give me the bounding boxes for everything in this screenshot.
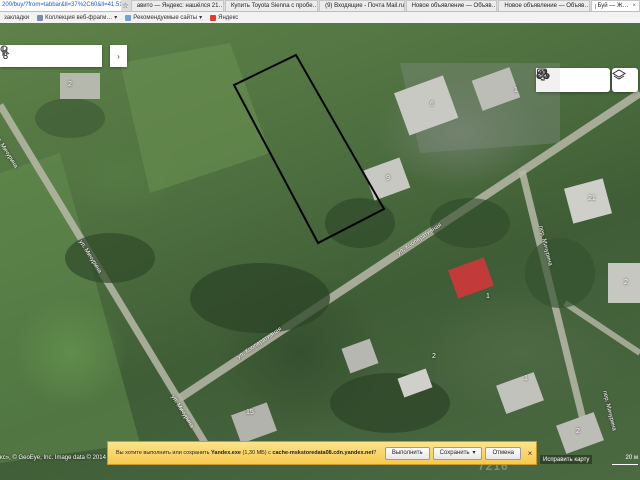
house-number: 1 bbox=[524, 375, 528, 382]
house-number: 15 bbox=[246, 409, 254, 416]
building bbox=[496, 372, 544, 414]
building bbox=[556, 412, 604, 454]
house-number: 2 bbox=[624, 279, 628, 286]
browser-tab-2[interactable]: Купить Toyota Sienna с пробе… bbox=[224, 0, 319, 11]
tree-cluster bbox=[430, 198, 510, 248]
route-icon[interactable] bbox=[2, 45, 102, 67]
tree-cluster bbox=[325, 198, 395, 248]
edit-map-link[interactable]: Исправить карту bbox=[543, 457, 589, 463]
tree-cluster bbox=[35, 98, 105, 138]
collapse-panel-button[interactable]: › bbox=[110, 45, 127, 67]
map-scale: 20 м bbox=[612, 455, 638, 465]
map-search-box[interactable]: 8 bbox=[0, 45, 102, 67]
layers-button[interactable] bbox=[612, 68, 638, 92]
building bbox=[60, 73, 100, 99]
download-file-name: Yandex.exe bbox=[211, 450, 241, 456]
tree-cluster bbox=[525, 238, 595, 308]
download-text: (1,30 МБ) с bbox=[240, 450, 273, 456]
bookmark-label: Коллекция веб-фрагм… bbox=[45, 14, 113, 21]
map-copyright: кс», © GeoEye, Inc. Image data © 2014 bbox=[0, 455, 106, 461]
download-notification-bar: Вы хотите выполнить или сохранить Yandex… bbox=[107, 441, 537, 465]
dropdown-arrow-icon: ▾ bbox=[114, 15, 118, 21]
field-patch bbox=[0, 153, 140, 463]
dropdown-arrow-icon: ▾ bbox=[199, 15, 203, 21]
address-bar[interactable]: 200/buy/?from=tabbar&ll=37%2C60&ll=41.51… bbox=[0, 0, 121, 11]
browser-tab-6-active[interactable]: Буй — Ж… × bbox=[591, 0, 640, 11]
save-button[interactable]: Сохранить ▾ bbox=[432, 446, 483, 460]
download-message: Вы хотите выполнить или сохранить Yandex… bbox=[108, 450, 385, 456]
house-number: 2 bbox=[432, 353, 436, 360]
tab-label: Купить Toyota Sienna с пробе… bbox=[230, 3, 319, 9]
tab-label: Новое объявление — Объяв… bbox=[411, 3, 498, 9]
field-patch bbox=[120, 43, 270, 193]
chevron-right-icon: › bbox=[117, 51, 120, 61]
tab-label: авито — Яндекс: нашёлся 21… bbox=[136, 3, 224, 9]
house-number: 2 bbox=[68, 81, 72, 88]
house-number: 1 bbox=[514, 87, 518, 94]
house-number: 9 bbox=[386, 175, 390, 182]
run-button[interactable]: Выполнить bbox=[384, 446, 430, 460]
cancel-label: Отмена bbox=[492, 449, 514, 456]
bookmark-web-slices[interactable]: Коллекция веб-фрагм… ▾ bbox=[33, 14, 121, 21]
favorites-star-icon[interactable]: ☆ bbox=[121, 1, 130, 10]
browser-tab-5[interactable]: Новое объявление — Объяв… bbox=[498, 0, 591, 11]
bookmark-label: Рекомендуемые сайты bbox=[133, 14, 198, 21]
tree-cluster bbox=[190, 263, 330, 333]
browser-tab-bar: 200/buy/?from=tabbar&ll=37%2C60&ll=41.51… bbox=[0, 0, 640, 12]
yandex-favicon-icon bbox=[210, 14, 217, 21]
tree-cluster bbox=[330, 373, 450, 433]
bookmark-label: закладки bbox=[4, 14, 30, 21]
browser-tab-3[interactable]: (9) Входящие - Почта Mail.ru bbox=[319, 0, 405, 11]
search-icon[interactable] bbox=[0, 45, 84, 67]
web-slice-icon bbox=[37, 14, 44, 21]
close-notification-icon[interactable]: × bbox=[524, 449, 536, 458]
save-label: Сохранить bbox=[439, 449, 470, 456]
building bbox=[341, 338, 379, 374]
bus-icon bbox=[537, 68, 547, 79]
house-number: 2 bbox=[576, 428, 580, 435]
suggested-sites-icon bbox=[125, 14, 132, 21]
cancel-button[interactable]: Отмена bbox=[485, 446, 521, 460]
download-text: ? bbox=[373, 450, 377, 456]
dropdown-arrow-icon[interactable]: ▾ bbox=[472, 448, 475, 459]
run-label: Выполнить bbox=[391, 449, 423, 456]
bookmark-label: Яндекс bbox=[218, 14, 239, 21]
browser-tab-4[interactable]: Новое объявление — Объяв… bbox=[405, 0, 498, 11]
house-number: 21 bbox=[588, 195, 596, 202]
bookmark-favorites[interactable]: закладки bbox=[0, 15, 33, 21]
transit-mode-button[interactable] bbox=[537, 68, 610, 92]
download-host: cache-mskstoredata08.cdn.yandex.net bbox=[272, 450, 374, 456]
tab-label: Новое объявление — Объяв… bbox=[504, 3, 591, 9]
house-number: 6 bbox=[430, 101, 434, 108]
road-side-lane bbox=[563, 300, 640, 356]
bike-mode-button[interactable] bbox=[536, 68, 585, 92]
download-text: Вы хотите выполнить или сохранить bbox=[116, 450, 212, 456]
map-footer: Исправить карту bbox=[540, 455, 593, 464]
browser-tab-1[interactable]: авито — Яндекс: нашёлся 21… bbox=[130, 0, 224, 11]
tab-label: Буй — Ж… bbox=[597, 3, 629, 9]
map-mode-controls bbox=[536, 68, 610, 92]
close-tab-icon[interactable]: × bbox=[633, 1, 637, 11]
house-number: 1 bbox=[486, 293, 490, 300]
bookmark-yandex[interactable]: Яндекс bbox=[206, 14, 242, 21]
layers-icon bbox=[612, 69, 626, 80]
tab-label: (9) Входящие - Почта Mail.ru bbox=[325, 3, 405, 9]
satellite-map[interactable]: ул. Мичурина ул. Мичурина ул. Кооператив… bbox=[0, 23, 640, 480]
bookmark-suggested-sites[interactable]: Рекомендуемые сайты ▾ bbox=[121, 14, 206, 21]
building bbox=[231, 402, 277, 444]
